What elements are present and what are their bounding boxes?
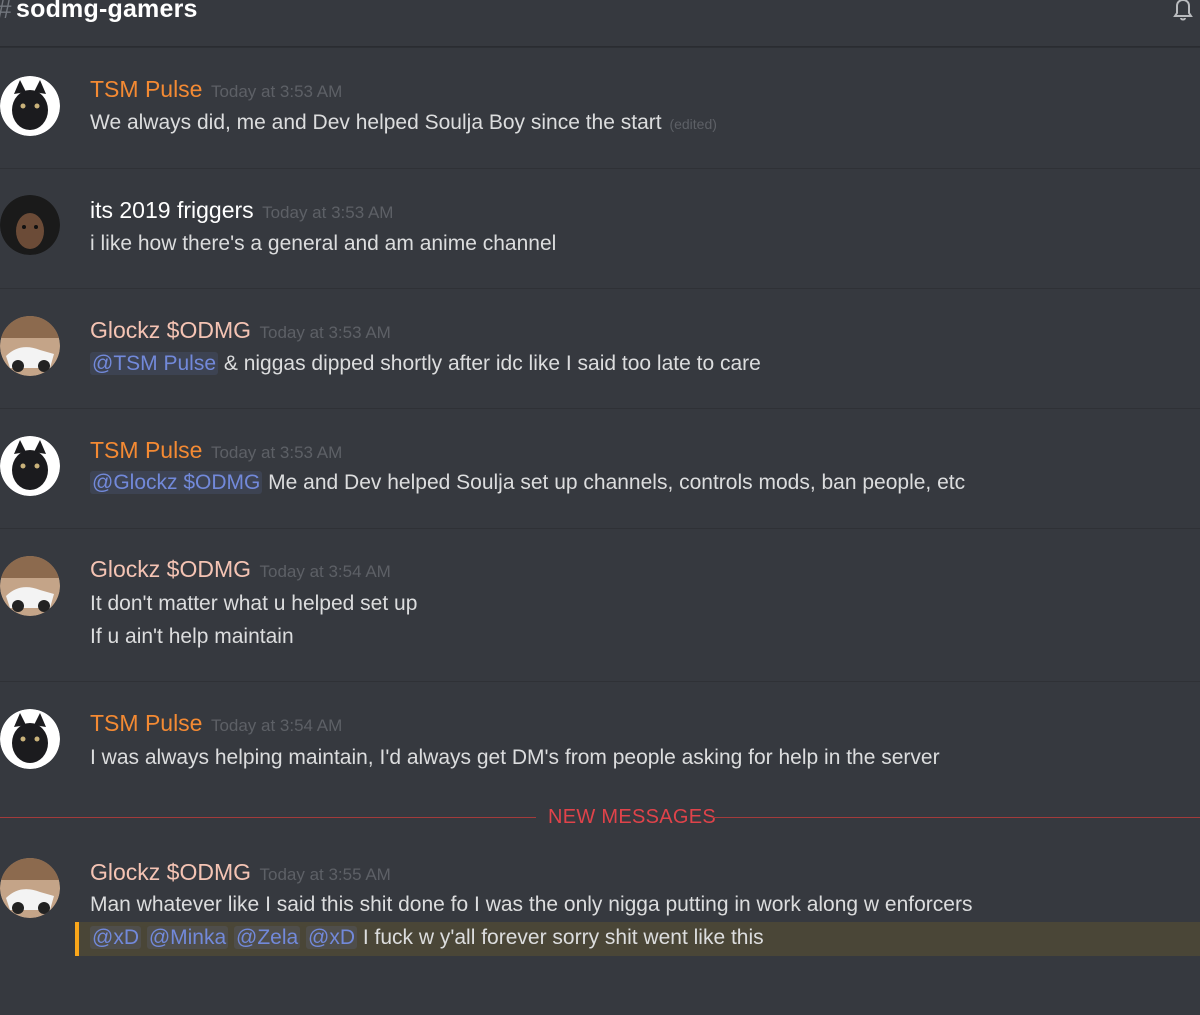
message-divider xyxy=(0,408,1200,409)
message-header: its 2019 friggers Today at 3:53 AM xyxy=(90,197,393,224)
timestamp: Today at 3:54 AM xyxy=(210,716,343,735)
timestamp: Today at 3:53 AM xyxy=(210,443,343,462)
new-messages-label: NEW MESSAGES xyxy=(548,806,717,828)
channel-header: # sodmg-gamers xyxy=(0,0,1200,47)
timestamp: Today at 3:53 AM xyxy=(262,203,394,222)
avatar-glockz[interactable] xyxy=(0,556,60,616)
message-body: If u ain't help maintain xyxy=(90,625,294,648)
avatar-tsm-pulse[interactable] xyxy=(0,436,60,496)
timestamp: Today at 3:55 AM xyxy=(259,865,391,884)
message-header: Glockz $ODMG Today at 3:54 AM xyxy=(90,556,391,583)
username[interactable]: Glockz $ODMG xyxy=(90,556,251,582)
timestamp: Today at 3:53 AM xyxy=(210,82,343,101)
message-body: I was always helping maintain, I'd alway… xyxy=(90,746,940,769)
message-text: We always did, me and Dev helped Soulja … xyxy=(90,111,717,135)
username[interactable]: TSM Pulse xyxy=(90,76,202,102)
message-body: I fuck w y'all forever sorry shit went l… xyxy=(357,926,764,949)
divider-line-right xyxy=(712,817,1200,818)
avatar-glockz[interactable] xyxy=(0,316,60,376)
message-body: We always did, me and Dev helped Soulja … xyxy=(90,111,662,134)
message-body: & niggas dipped shortly after idc like I… xyxy=(218,352,761,375)
message-header: TSM Pulse Today at 3:54 AM xyxy=(90,710,342,737)
message-header: TSM Pulse Today at 3:53 AM xyxy=(90,76,342,103)
new-messages-divider: NEW MESSAGES xyxy=(0,806,1200,830)
avatar-its-2019-friggers[interactable] xyxy=(0,195,60,255)
username[interactable]: Glockz $ODMG xyxy=(90,859,251,885)
user-mention[interactable]: @xD xyxy=(306,926,358,949)
timestamp: Today at 3:54 AM xyxy=(259,562,391,581)
message-text: @Glockz $ODMG Me and Dev helped Soulja s… xyxy=(90,471,965,495)
timestamp: Today at 3:53 AM xyxy=(259,323,391,342)
avatar-tsm-pulse[interactable] xyxy=(0,76,60,136)
username[interactable]: TSM Pulse xyxy=(90,710,202,736)
edited-tag: (edited) xyxy=(669,116,717,132)
username[interactable]: its 2019 friggers xyxy=(90,197,254,223)
username[interactable]: TSM Pulse xyxy=(90,437,202,463)
user-mention[interactable]: @Minka xyxy=(146,926,229,949)
user-mention[interactable]: @Zela xyxy=(234,926,301,949)
user-mention[interactable]: @TSM Pulse xyxy=(90,352,219,375)
user-mention[interactable]: @Glockz $ODMG xyxy=(90,471,263,494)
message-divider xyxy=(0,528,1200,529)
message-body: i like how there's a general and am anim… xyxy=(90,232,557,255)
user-mention[interactable]: @xD xyxy=(90,926,141,949)
avatar-glockz[interactable] xyxy=(0,858,60,918)
message-text: @TSM Pulse & niggas dipped shortly after… xyxy=(90,352,761,376)
divider-line-left xyxy=(0,817,536,818)
message-header: Glockz $ODMG Today at 3:55 AM xyxy=(90,859,391,886)
message-divider xyxy=(0,168,1200,169)
message-divider xyxy=(0,288,1200,289)
avatar-tsm-pulse[interactable] xyxy=(0,709,60,769)
message-body: It don't matter what u helped set up xyxy=(90,592,418,615)
message-text: @xD @Minka @Zela @xD I fuck w y'all fore… xyxy=(90,926,764,950)
message-header: Glockz $ODMG Today at 3:53 AM xyxy=(90,317,391,344)
message-body: Me and Dev helped Soulja set up channels… xyxy=(262,471,966,494)
username[interactable]: Glockz $ODMG xyxy=(90,317,251,343)
bell-icon[interactable] xyxy=(1170,0,1196,22)
channel-hash-icon: # xyxy=(0,0,11,25)
message-divider xyxy=(0,681,1200,682)
message-body: Man whatever like I said this shit done … xyxy=(90,893,973,916)
channel-name: sodmg-gamers xyxy=(16,0,198,23)
message-header: TSM Pulse Today at 3:53 AM xyxy=(90,437,342,464)
